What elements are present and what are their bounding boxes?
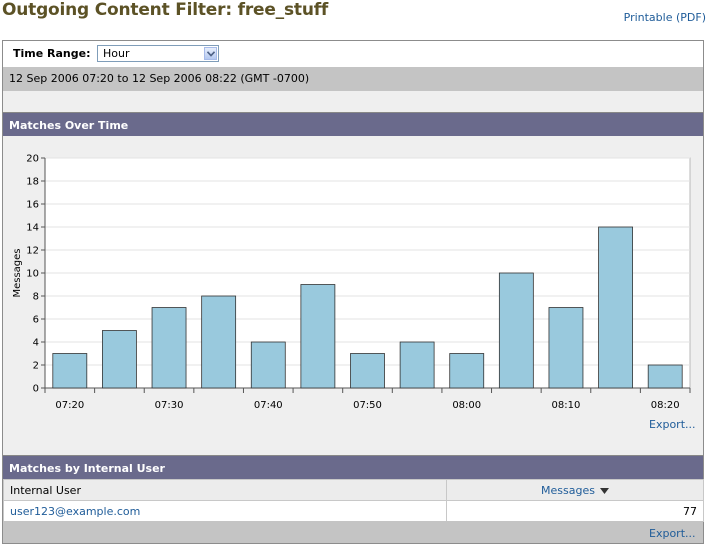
y-tick-label: 6 (33, 315, 39, 326)
matches-over-time-chart: 0 2 4 6 8 10 12 14 16 18 20 Messages 07:20 07:30 07:40… (3, 138, 703, 411)
page-title: Outgoing Content Filter: free_stuff (2, 0, 329, 20)
x-tick-label: 08:20 (651, 400, 680, 411)
y-tick-label: 16 (26, 200, 39, 211)
time-range-select[interactable]: Hour (97, 45, 219, 62)
y-tick-label: 8 (33, 292, 39, 303)
sort-descending-icon (599, 487, 609, 494)
date-range-text: 12 Sep 2006 07:20 to 12 Sep 2006 08:22 (… (9, 72, 310, 85)
column-header-internal-user[interactable]: Internal User (3, 479, 447, 501)
bar-07:35 (201, 295, 237, 389)
y-tick-label: 12 (26, 246, 39, 257)
export-table-link[interactable]: Export... (649, 527, 696, 540)
y-axis-label: Messages (12, 248, 23, 297)
matches-over-time-header: Matches Over Time (3, 112, 703, 136)
chart-svg: 0 2 4 6 8 10 12 14 16 18 20 Messages 07:20 07:30 07:40… (12, 154, 691, 411)
bar-07:25 (102, 330, 137, 389)
bar-07:30 (151, 307, 187, 389)
y-tick-label: 10 (26, 269, 39, 280)
user-cell: user123@example.com (3, 500, 447, 522)
x-tick-label: 07:20 (55, 400, 84, 411)
bar-08:20 (647, 364, 683, 389)
report-panel: Time Range: Hour 12 Sep 2006 07:20 to 12… (2, 40, 704, 544)
bar-07:55 (399, 341, 435, 389)
bar-07:45 (300, 284, 336, 389)
table-row: user123@example.com 77 (3, 500, 704, 522)
matches-by-user-header: Matches by Internal User (3, 455, 703, 479)
bar-08:15 (598, 226, 633, 389)
matches-over-time-title: Matches Over Time (9, 119, 129, 132)
column-header-messages-label: Messages (541, 483, 595, 497)
column-header-messages[interactable]: Messages (446, 479, 704, 501)
x-tick-label: 07:50 (353, 400, 382, 411)
user-table: Internal User Messages user123@example.c… (3, 479, 704, 522)
y-tick-label: 20 (26, 154, 39, 165)
matches-by-user-title: Matches by Internal User (9, 462, 165, 475)
x-tick-label: 08:00 (452, 400, 481, 411)
date-range-bar: 12 Sep 2006 07:20 to 12 Sep 2006 08:22 (… (3, 67, 703, 91)
bar-08:00 (449, 353, 485, 389)
table-header-row: Internal User Messages (3, 479, 704, 501)
user-link[interactable]: user123@example.com (10, 505, 140, 518)
y-tick-label: 4 (33, 338, 39, 349)
bar-07:20 (52, 353, 88, 389)
bar-08:05 (498, 272, 534, 389)
messages-cell: 77 (446, 500, 704, 522)
time-range-label: Time Range: (13, 47, 91, 60)
x-tick-label: 08:10 (552, 400, 581, 411)
y-tick-label: 14 (26, 223, 39, 234)
table-footer-bar (3, 521, 703, 543)
x-tick-label: 07:40 (254, 400, 283, 411)
time-range-row: Time Range: Hour (3, 41, 703, 67)
y-tick-label: 0 (33, 384, 39, 395)
chevron-down-icon[interactable] (204, 47, 217, 60)
export-chart-link[interactable]: Export... (649, 418, 696, 431)
printable-pdf-link[interactable]: Printable (PDF) (624, 11, 706, 24)
bar-07:40 (250, 341, 286, 389)
bar-07:50 (350, 353, 385, 389)
x-tick-label: 07:30 (155, 400, 184, 411)
time-range-selected-value: Hour (103, 47, 130, 60)
y-tick-label: 18 (26, 177, 39, 188)
y-tick-label: 2 (33, 361, 39, 372)
bar-08:10 (548, 307, 584, 389)
